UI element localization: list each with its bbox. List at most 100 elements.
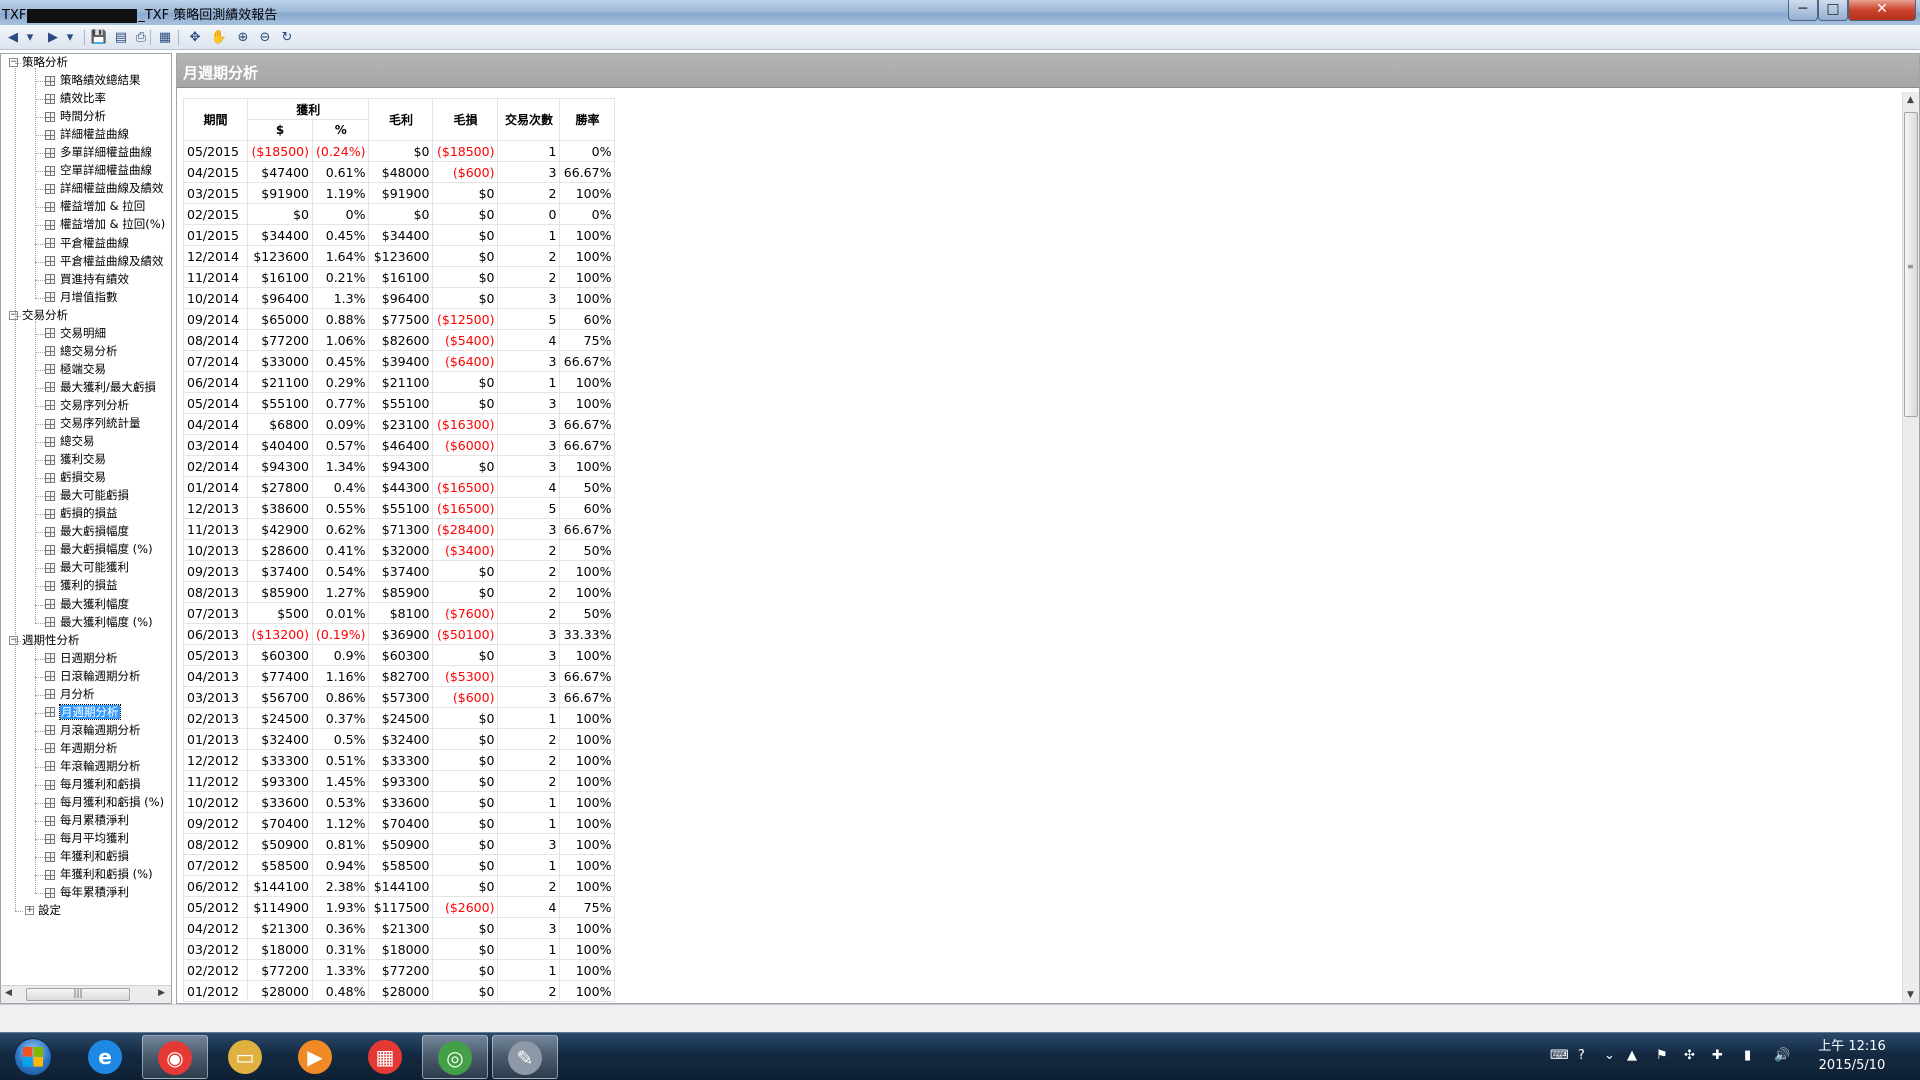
pointer-icon[interactable]: ✥ (186, 29, 204, 46)
tree-item[interactable]: 詳細權益曲線 (45, 126, 129, 143)
tree-item[interactable]: 年滾輪週期分析 (45, 758, 141, 775)
tree-item[interactable]: 績效比率 (45, 90, 106, 107)
tree-item[interactable]: 年獲利和虧損 (45, 848, 129, 865)
tree-item[interactable]: 總交易分析 (45, 343, 118, 360)
window-titlebar[interactable]: TXF _TXF 策略回測績效報告 ─ □ ✕ (0, 0, 1920, 25)
taskbar-app-chrome[interactable]: ◉ (142, 1035, 208, 1079)
volume-icon[interactable]: 🔊 (1774, 1048, 1790, 1063)
export-icon[interactable]: ▤ (112, 29, 130, 46)
tree-item[interactable]: 每月獲利和虧損 (45, 776, 141, 793)
tree-item[interactable]: 策略績效總結果 (45, 72, 141, 89)
taskbar-app-ie[interactable]: e (72, 1035, 138, 1079)
table-cell: 1 (497, 959, 561, 981)
tree-item[interactable]: 平倉權益曲線 (45, 235, 129, 252)
tree-item[interactable]: 每年累積淨利 (45, 884, 129, 901)
update-icon[interactable]: ✚ (1712, 1048, 1723, 1063)
tree-item[interactable]: 每月獲利和虧損 (%) (45, 794, 164, 811)
taskbar-app-file-explorer[interactable]: ▭ (212, 1035, 278, 1079)
tree-item[interactable]: 虧損的損益 (45, 505, 118, 522)
taskbar-app-globe-app[interactable]: ◎ (422, 1035, 488, 1079)
tree-item[interactable]: 最大獲利幅度 (%) (45, 614, 153, 631)
tree-item[interactable]: 多單詳細權益曲線 (45, 144, 152, 161)
tree-item[interactable]: 平倉權益曲線及績效 (45, 253, 164, 270)
forward-arrow-icon[interactable]: ▶ (44, 29, 62, 46)
scroll-down-icon[interactable]: ▼ (1907, 990, 1914, 1000)
tree-item[interactable]: 交易序列統計量 (45, 415, 141, 432)
clock[interactable]: 上午 12:16 2015/5/10 (1808, 1037, 1896, 1075)
layout-icon[interactable]: ▦ (156, 29, 174, 46)
tree-item[interactable]: 月增值指數 (45, 289, 118, 306)
tree-item[interactable]: 獲利交易 (45, 451, 106, 468)
table-cell: 01/2012 (183, 980, 248, 1002)
tree-item[interactable]: 最大獲利幅度 (45, 596, 129, 613)
refresh-icon[interactable]: ↻ (278, 29, 296, 46)
tree-item[interactable]: 交易序列分析 (45, 397, 129, 414)
table-cell: $33000 (247, 350, 313, 372)
print-icon[interactable]: ⎙ (132, 29, 150, 46)
pan-hand-icon[interactable]: ✋ (210, 29, 228, 46)
tree-item[interactable]: 最大獲利/最大虧損 (45, 379, 156, 396)
tree-item[interactable]: 月分析 (45, 686, 95, 703)
tree-item[interactable]: 月週期分析 (45, 703, 121, 721)
close-button[interactable]: ✕ (1848, 0, 1916, 21)
tree-item[interactable]: 年週期分析 (45, 740, 118, 757)
dropbox-icon[interactable]: ✣ (1684, 1048, 1695, 1063)
table-cell: $0 (432, 560, 499, 582)
tree-item[interactable]: 虧損交易 (45, 469, 106, 486)
report-icon (45, 400, 55, 411)
signal-icon[interactable]: ▮ (1744, 1048, 1751, 1063)
table-cell: 1.33% (311, 959, 370, 981)
tree-item[interactable]: 最大可能虧損 (45, 487, 129, 504)
start-button[interactable] (8, 1035, 58, 1079)
tree-item[interactable]: 每月累積淨利 (45, 812, 129, 829)
keyboard-icon[interactable]: ⌨ (1550, 1048, 1569, 1063)
tree-item[interactable]: 極端交易 (45, 361, 106, 378)
tree-item[interactable]: 空單詳細權益曲線 (45, 162, 152, 179)
dropdown-icon[interactable]: ▾ (24, 29, 36, 46)
dropdown-icon[interactable]: ▾ (64, 29, 76, 46)
tree-item[interactable]: 月滾輪週期分析 (45, 722, 141, 739)
report-vertical-scrollbar[interactable]: ▲ ≡ ▼ (1902, 92, 1919, 1003)
tree-item[interactable]: 詳細權益曲線及績效 (45, 180, 164, 197)
scroll-left-icon[interactable]: ◀ (5, 988, 12, 998)
tree-connector (35, 405, 45, 407)
zoom-out-icon[interactable]: ⊖ (256, 29, 274, 46)
expand-icon[interactable]: + (25, 906, 34, 916)
tree-item[interactable]: 買進持有績效 (45, 271, 129, 288)
taskbar-app-media-player[interactable]: ▶ (282, 1035, 348, 1079)
taskbar-app-app-grid[interactable]: ▦ (352, 1035, 418, 1079)
tree-item[interactable]: 日週期分析 (45, 650, 118, 667)
help-icon[interactable]: ? (1578, 1048, 1585, 1063)
save-icon[interactable]: 💾 (90, 29, 108, 46)
table-cell: ($600) (432, 161, 499, 183)
tree-item[interactable]: 年獲利和虧損 (%) (45, 866, 153, 883)
table-row: 01/2015 $34400 0.45% $34400 $0 1 100% (183, 224, 616, 246)
dropdown-icon[interactable]: ⌄ (1604, 1048, 1615, 1063)
back-arrow-icon[interactable]: ◀ (4, 29, 22, 46)
scroll-right-icon[interactable]: ▶ (158, 988, 165, 998)
tree-item[interactable]: 獲利的損益 (45, 577, 118, 594)
tree-item[interactable]: 最大虧損幅度 (%) (45, 541, 153, 558)
show-hidden-icon[interactable]: ▲ (1627, 1048, 1637, 1063)
tree-item[interactable]: 最大可能獲利 (45, 559, 129, 576)
scroll-thumb[interactable]: ||| (26, 988, 130, 1001)
flag-icon[interactable]: ⚑ (1656, 1048, 1668, 1063)
tree-item[interactable]: 日滾輪週期分析 (45, 668, 141, 685)
tree-item[interactable]: 最大虧損幅度 (45, 523, 129, 540)
taskbar-app-paint[interactable]: ✎ (492, 1035, 558, 1079)
report-tree[interactable]: − 策略分析 策略績效總結果 績效比率 時間分析 詳細權益曲線 多單詳細權益曲線 空單詳細權益… (0, 53, 172, 1004)
tree-item[interactable]: 時間分析 (45, 108, 106, 125)
tree-item[interactable]: 總交易 (45, 433, 95, 450)
tree-item[interactable]: 權益增加 & 拉回(%) (45, 216, 165, 233)
maximize-button[interactable]: □ (1818, 0, 1848, 21)
tree-item[interactable]: 每月平均獲利 (45, 830, 129, 847)
tree-horizontal-scrollbar[interactable]: ◀ ||| ▶ (1, 985, 171, 1003)
minimize-button[interactable]: ─ (1788, 0, 1818, 21)
report-icon (45, 599, 55, 609)
table-cell: 66.67% (559, 413, 616, 435)
tree-item[interactable]: 權益增加 & 拉回 (45, 198, 145, 215)
scroll-up-icon[interactable]: ▲ (1907, 95, 1914, 105)
tree-item[interactable]: 交易明細 (45, 325, 106, 342)
tree-settings[interactable]: + 設定 (25, 902, 61, 919)
zoom-in-icon[interactable]: ⊕ (234, 29, 252, 46)
